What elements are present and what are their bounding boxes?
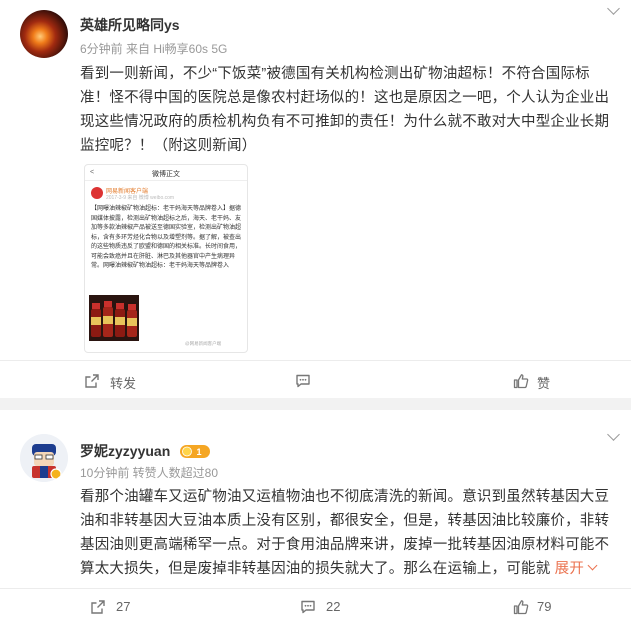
embed-avatar [91,187,103,199]
post-text: 看到一则新闻，不少“下饭菜”被德国有关机构检测出矿物油超标！不符合国际标准！怪不… [80,66,610,154]
thumbs-up-icon [513,374,529,389]
embed-watermark: @网易新闻客户端 [185,341,222,346]
comment-icon [296,374,310,388]
chevron-down-icon[interactable] [607,2,620,15]
like-label: 赞 [537,376,551,391]
comment-count: 22 [326,599,341,614]
comment-icon [301,600,315,614]
repost-label: 转发 [110,376,137,391]
post-author[interactable]: 英雄所见略同ys [80,15,180,35]
post-card: 英雄所见略同ys 6分钟前 来自 Hi畅享60s 5G 看到一则新闻，不少“下饭… [0,0,631,398]
like-button[interactable]: 79 [513,598,573,618]
embedded-image[interactable]: < 微博正文 网易新闻客户端 2017-3-9 来自 微博 weibo.com … [84,164,248,353]
comment-body: 看那个油罐车又运矿物油又运植物油也不彻底清洗的新闻。意识到虽然转基因大豆油和非转… [80,489,610,577]
vip-badge-icon[interactable]: 1 [180,445,210,458]
embed-time: 2017-3-9 来自 微博 weibo.com [106,195,175,201]
divider [85,180,247,181]
comment-button[interactable]: 22 [300,598,360,618]
like-count: 79 [537,599,552,614]
repost-count: 27 [116,599,131,614]
badge-level: 1 [196,447,201,457]
expand-link[interactable]: 展开 [555,561,584,577]
comment-button[interactable] [295,372,355,392]
repost-button[interactable]: 转发 [84,372,144,392]
comment-meta: 10分钟前 转赞人数超过80 [80,466,219,480]
divider [0,360,631,361]
embed-text: 【网曝油辣椒矿物油超标：老干妈海天等品牌卷入】据德国媒体披露，检测出矿物油超标之… [91,206,242,269]
thumbs-up-icon [513,600,529,615]
sauce-jars-photo [89,295,139,341]
comment-text: 看那个油罐车又运矿物油又运植物油也不彻底清洗的新闻。意识到虽然转基因大豆油和非转… [80,485,615,581]
divider [0,588,631,589]
embed-title: 微博正文 [152,171,180,178]
post-meta: 6分钟前 来自 Hi畅享60s 5G [80,42,228,56]
repost-icon [85,374,99,388]
comment-author[interactable]: 罗妮zyzyyuan [80,441,170,461]
repost-button[interactable]: 27 [90,598,150,618]
avatar[interactable] [20,434,68,482]
avatar[interactable] [20,10,68,58]
repost-icon [91,600,105,614]
like-button[interactable]: 赞 [513,372,573,392]
chevron-down-icon[interactable] [587,560,598,571]
